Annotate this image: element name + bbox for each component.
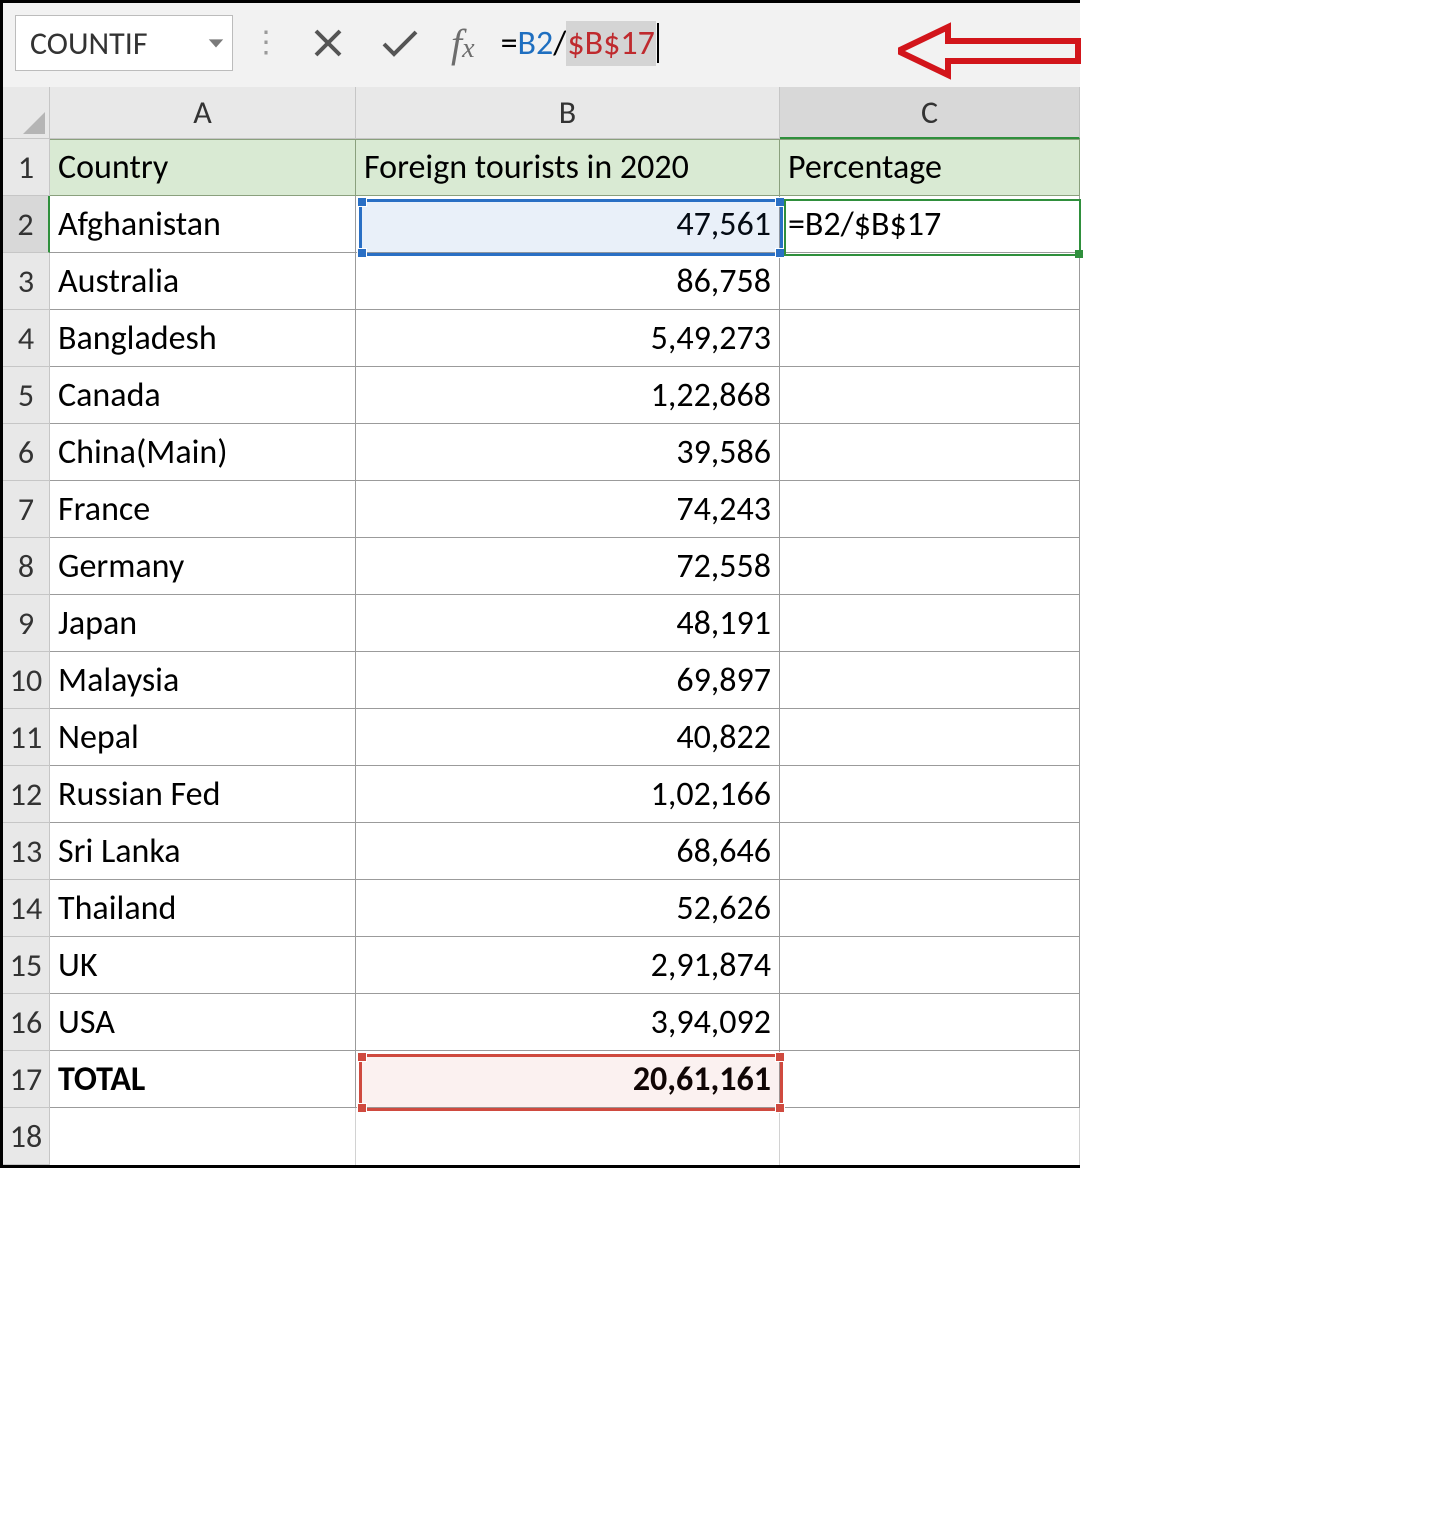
column-headers: A B C <box>3 87 1080 139</box>
formula-ref-b2: B2 <box>518 23 554 64</box>
cell-country[interactable]: Thailand <box>50 880 356 937</box>
row-header[interactable]: 14 <box>3 880 50 937</box>
cell-percentage[interactable] <box>780 766 1080 823</box>
cell-tourists[interactable]: 1,02,166 <box>356 766 780 823</box>
cell-tourists[interactable]: 2,91,874 <box>356 937 780 994</box>
cell-country[interactable]: France <box>50 481 356 538</box>
cell-total-label[interactable]: TOTAL <box>50 1051 356 1108</box>
row-header[interactable]: 4 <box>3 310 50 367</box>
cell-percentage[interactable] <box>780 310 1080 367</box>
name-box-dropdown-icon[interactable] <box>206 33 226 53</box>
cell-tourists[interactable]: 52,626 <box>356 880 780 937</box>
row-header[interactable]: 3 <box>3 253 50 310</box>
cell-percentage[interactable] <box>780 709 1080 766</box>
row-header[interactable]: 17 <box>3 1051 50 1108</box>
cell-country[interactable]: Germany <box>50 538 356 595</box>
cell-country[interactable]: Russian Fed <box>50 766 356 823</box>
cell-percentage[interactable]: =B2/$B$17 <box>780 196 1080 253</box>
row-header[interactable]: 10 <box>3 652 50 709</box>
vertical-dots-icon[interactable]: ⋮ <box>247 36 285 50</box>
text-cursor <box>657 23 659 63</box>
col-header-a[interactable]: A <box>50 87 356 139</box>
cell-percentage[interactable] <box>780 424 1080 481</box>
cell-tourists[interactable]: 39,586 <box>356 424 780 481</box>
cell-tourists[interactable]: 74,243 <box>356 481 780 538</box>
header-percentage[interactable]: Percentage <box>780 139 1080 196</box>
cell-percentage[interactable] <box>780 994 1080 1051</box>
annotation-arrow-icon <box>898 21 1083 86</box>
header-tourists[interactable]: Foreign tourists in 2020 <box>356 139 780 196</box>
cell-percentage[interactable] <box>780 253 1080 310</box>
cell-percentage[interactable] <box>780 652 1080 709</box>
select-all-corner[interactable] <box>3 87 50 139</box>
cell-country[interactable]: UK <box>50 937 356 994</box>
cell-country[interactable]: Nepal <box>50 709 356 766</box>
cell-country[interactable]: China(Main) <box>50 424 356 481</box>
cell-percentage[interactable] <box>780 481 1080 538</box>
cell-country[interactable]: Australia <box>50 253 356 310</box>
cell-tourists[interactable]: 40,822 <box>356 709 780 766</box>
cell-percentage[interactable] <box>780 367 1080 424</box>
cell-percentage[interactable] <box>780 538 1080 595</box>
cell-country[interactable]: Canada <box>50 367 356 424</box>
cell-empty[interactable] <box>356 1108 780 1165</box>
name-box-value: COUNTIF <box>30 24 148 63</box>
insert-function-button[interactable]: fx <box>443 20 483 67</box>
cell-tourists[interactable]: 69,897 <box>356 652 780 709</box>
cell-country[interactable]: Japan <box>50 595 356 652</box>
cell-total-value[interactable]: 20,61,161 <box>356 1051 780 1108</box>
cell-tourists[interactable]: 47,561 <box>356 196 780 253</box>
cell-tourists[interactable]: 5,49,273 <box>356 310 780 367</box>
cell-country[interactable]: Afghanistan <box>50 196 356 253</box>
cell-tourists[interactable]: 86,758 <box>356 253 780 310</box>
cell-percentage[interactable] <box>780 595 1080 652</box>
row-header[interactable]: 18 <box>3 1108 50 1165</box>
cell-percentage[interactable] <box>780 937 1080 994</box>
row-header[interactable]: 16 <box>3 994 50 1051</box>
cell-tourists[interactable]: 72,558 <box>356 538 780 595</box>
cancel-button[interactable] <box>299 19 357 67</box>
row-header[interactable]: 13 <box>3 823 50 880</box>
col-header-c[interactable]: C <box>780 87 1080 139</box>
row-header[interactable]: 7 <box>3 481 50 538</box>
row-header[interactable]: 12 <box>3 766 50 823</box>
formula-eq: = <box>501 23 518 64</box>
row-header[interactable]: 5 <box>3 367 50 424</box>
row-header[interactable]: 1 <box>3 139 50 196</box>
row-header[interactable]: 15 <box>3 937 50 994</box>
cell-empty[interactable] <box>780 1108 1080 1165</box>
row-header[interactable]: 11 <box>3 709 50 766</box>
cell-country[interactable]: Sri Lanka <box>50 823 356 880</box>
cell-percentage[interactable] <box>780 823 1080 880</box>
row-header[interactable]: 9 <box>3 595 50 652</box>
cell-empty[interactable] <box>50 1108 356 1165</box>
grid-body: 1 Country Foreign tourists in 2020 Perce… <box>3 139 1080 1165</box>
cell-tourists[interactable]: 48,191 <box>356 595 780 652</box>
name-box[interactable]: COUNTIF <box>15 15 233 71</box>
formula-ref-b17: $B$17 <box>566 21 655 66</box>
cell-country[interactable]: Bangladesh <box>50 310 356 367</box>
header-country[interactable]: Country <box>50 139 356 196</box>
cell-tourists[interactable]: 68,646 <box>356 823 780 880</box>
col-header-b[interactable]: B <box>356 87 780 139</box>
enter-button[interactable] <box>371 19 429 67</box>
cell-country[interactable]: USA <box>50 994 356 1051</box>
cell-total-percentage[interactable] <box>780 1051 1080 1108</box>
row-header[interactable]: 2 <box>3 196 50 253</box>
row-header[interactable]: 8 <box>3 538 50 595</box>
cell-tourists[interactable]: 3,94,092 <box>356 994 780 1051</box>
cell-percentage[interactable] <box>780 880 1080 937</box>
cell-tourists[interactable]: 1,22,868 <box>356 367 780 424</box>
row-header[interactable]: 6 <box>3 424 50 481</box>
cell-country[interactable]: Malaysia <box>50 652 356 709</box>
formula-input[interactable]: =B2/$B$17 <box>497 19 663 67</box>
formula-slash: / <box>553 23 566 64</box>
